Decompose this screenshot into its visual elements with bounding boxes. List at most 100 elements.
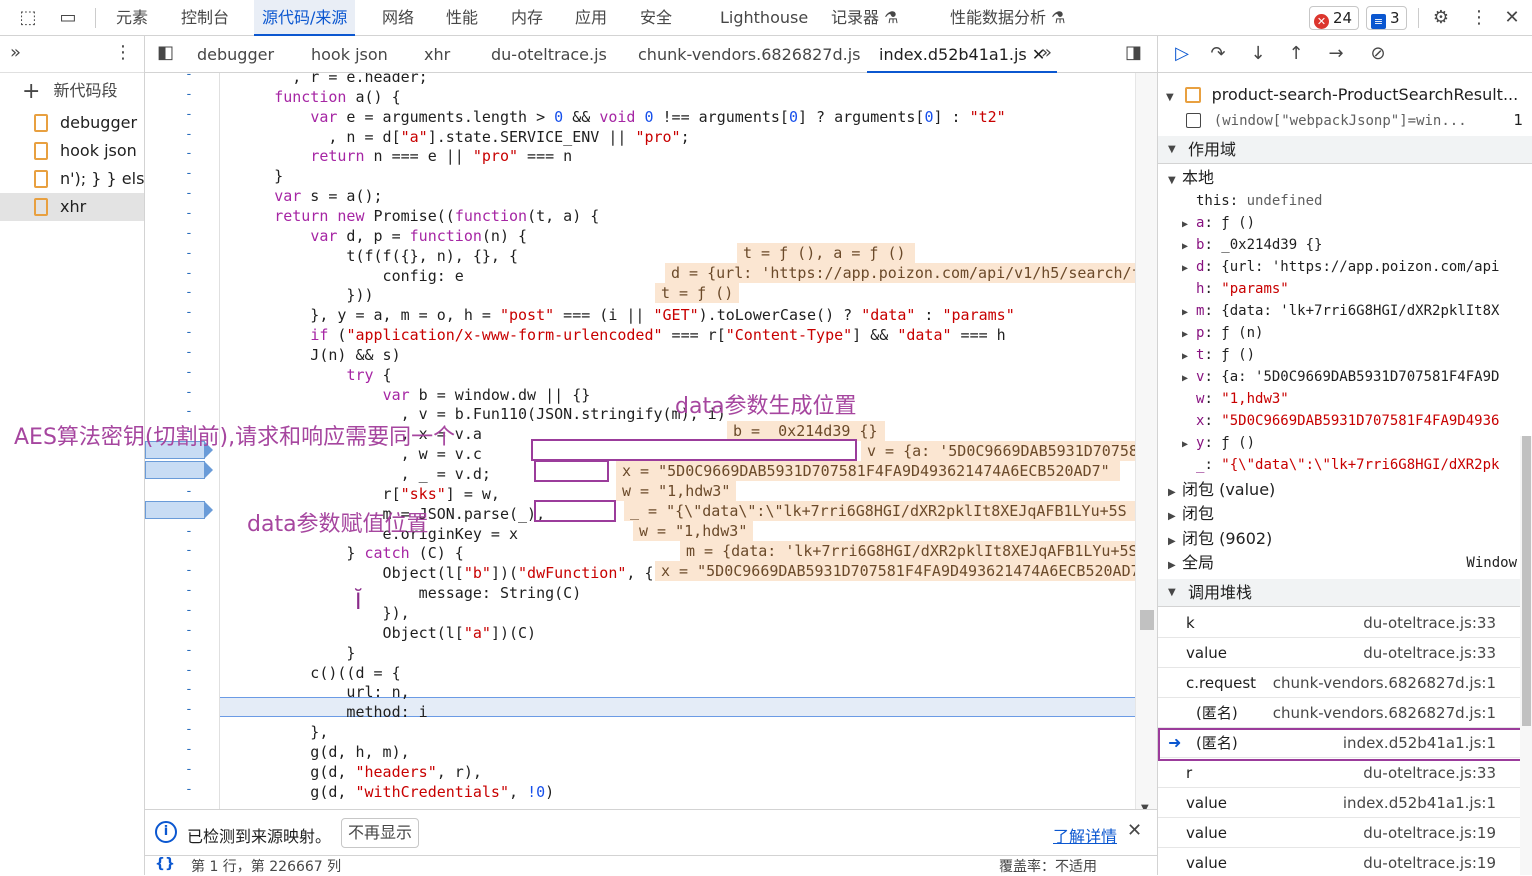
tab-performance-insights[interactable]: 性能数据分析 ⚗ — [950, 0, 1065, 36]
line-marker[interactable]: - — [185, 107, 205, 127]
line-marker[interactable]: - — [185, 266, 205, 286]
global-scope[interactable]: ▶ 全局 Window — [1158, 552, 1532, 574]
tab-lighthouse[interactable]: Lighthouse — [720, 0, 808, 36]
line-marker[interactable]: - — [185, 226, 205, 246]
snippet-item[interactable]: debugger — [0, 109, 144, 137]
line-marker[interactable]: - — [185, 127, 205, 147]
line-marker[interactable]: - — [185, 524, 205, 544]
call-stack-frame[interactable]: value du-oteltrace.js:33 — [1158, 638, 1520, 668]
scope-variable[interactable]: w: "1,hdw3" — [1158, 388, 1532, 410]
snippet-item[interactable]: n'); } } else i — [0, 165, 144, 193]
line-marker[interactable]: - — [185, 623, 205, 643]
gear-icon[interactable]: ⚙ — [1429, 6, 1453, 30]
scope-variable[interactable]: ▶ a: ƒ () — [1158, 212, 1532, 234]
breakpoint-checkbox[interactable] — [1186, 113, 1201, 128]
device-toolbar-icon[interactable]: ▭ — [56, 6, 80, 30]
breakpoint-item[interactable]: (window["webpackJsonp"]=win... 1 — [1158, 109, 1532, 131]
line-marker[interactable]: - — [185, 166, 205, 186]
dont-show-again-button[interactable]: 不再显示 — [341, 818, 420, 848]
frame-location[interactable]: chunk-vendors.6826827d.js:1 — [1273, 668, 1496, 698]
local-scope-header[interactable]: ▼ 本地 — [1158, 167, 1532, 189]
deactivate-breakpoints-icon[interactable]: ⊘ — [1366, 42, 1390, 66]
scope-variable[interactable]: h: "params" — [1158, 278, 1532, 300]
close-icon[interactable]: ✕ — [1500, 6, 1524, 30]
tab-sources[interactable]: 源代码/来源 — [254, 0, 356, 36]
pretty-print-icon[interactable]: {} — [155, 856, 175, 872]
frame-location[interactable]: du-oteltrace.js:33 — [1363, 638, 1496, 668]
toggle-navigator-icon[interactable]: ◧ — [157, 42, 174, 63]
line-marker[interactable]: - — [185, 643, 205, 663]
tab-recorder[interactable]: 记录器 ⚗ — [831, 0, 898, 36]
line-marker[interactable]: - — [185, 543, 205, 563]
scope-variable[interactable]: ▶ m: {data: 'lk+7rri6G8HGI/dXR2pklIt8X — [1158, 300, 1532, 322]
scope-variable[interactable]: ▶ y: ƒ () — [1158, 432, 1532, 454]
line-marker[interactable]: - — [185, 246, 205, 266]
toggle-debugger-icon[interactable]: ◨ — [1125, 42, 1142, 63]
line-marker[interactable]: - — [185, 87, 205, 107]
new-snippet-button[interactable]: + 新代码段 — [0, 73, 144, 109]
line-marker[interactable]: - — [185, 325, 205, 345]
scope-variable[interactable]: ▶ v: {a: '5D0C9669DAB5931D707581F4FA9D — [1158, 366, 1532, 388]
tab-performance[interactable]: 性能 — [446, 0, 478, 36]
line-marker[interactable]: - — [185, 186, 205, 206]
step-over-icon[interactable]: ↷ — [1206, 42, 1230, 66]
tab-security[interactable]: 安全 — [640, 0, 672, 36]
tab-memory[interactable]: 内存 — [511, 0, 543, 36]
scrollbar-thumb[interactable] — [1140, 610, 1154, 630]
inspect-element-icon[interactable]: ⬚ — [16, 6, 40, 30]
line-marker[interactable]: - — [185, 782, 205, 802]
more-tabs-icon[interactable]: » — [10, 42, 21, 63]
scope-variable[interactable]: ▶ d: {url: 'https://app.poizon.com/api — [1158, 256, 1532, 278]
line-marker[interactable]: - — [185, 305, 205, 325]
line-marker[interactable]: - — [185, 385, 205, 405]
snippet-item[interactable]: hook json — [0, 137, 144, 165]
frame-location[interactable]: du-oteltrace.js:33 — [1363, 758, 1496, 788]
call-stack-frame[interactable]: r du-oteltrace.js:33 — [1158, 758, 1520, 788]
message-count-badge[interactable]: ≡ 3 — [1366, 6, 1407, 30]
call-stack-frame[interactable]: value index.d52b41a1.js:1 — [1158, 788, 1520, 818]
more-options-icon[interactable]: ⋮ — [1467, 6, 1491, 30]
frame-location[interactable]: du-oteltrace.js:19 — [1363, 848, 1496, 875]
line-marker[interactable]: - — [185, 583, 205, 603]
call-stack-frame-group[interactable]: ▼ product-search-ProductSearchResult... — [1158, 84, 1532, 106]
frame-location[interactable]: chunk-vendors.6826827d.js:1 — [1273, 698, 1496, 728]
editor-tab[interactable]: hook json — [311, 36, 388, 73]
line-marker[interactable]: - — [185, 702, 205, 722]
line-marker[interactable]: - — [185, 73, 205, 87]
tab-elements[interactable]: 元素 — [116, 0, 148, 36]
line-marker[interactable]: - — [185, 603, 205, 623]
line-marker[interactable]: - — [185, 206, 205, 226]
line-marker[interactable]: - — [185, 722, 205, 742]
step-into-icon[interactable]: ↓ — [1246, 42, 1270, 66]
more-options-icon[interactable]: ⋮ — [114, 42, 132, 63]
breakpoint-marker[interactable] — [145, 501, 213, 519]
learn-more-link[interactable]: 了解详情 — [1053, 823, 1117, 847]
call-stack-frame[interactable]: (匿名) chunk-vendors.6826827d.js:1 — [1158, 698, 1520, 728]
closure-scope[interactable]: ▶ 闭包 — [1158, 503, 1532, 525]
call-stack-frame[interactable]: c.request chunk-vendors.6826827d.js:1 — [1158, 668, 1520, 698]
editor-tab[interactable]: chunk-vendors.6826827d.js — [638, 36, 861, 73]
frame-location[interactable]: du-oteltrace.js:33 — [1363, 608, 1496, 638]
closure-scope[interactable]: ▶ 闭包 (value) — [1158, 479, 1532, 501]
closure-scope[interactable]: ▶ 闭包 (9602) — [1158, 528, 1532, 550]
editor-tab[interactable]: du-oteltrace.js — [491, 36, 607, 73]
line-marker[interactable]: - — [185, 663, 205, 683]
vertical-scrollbar[interactable] — [1520, 436, 1532, 875]
breakpoint-marker[interactable] — [145, 461, 213, 479]
scrollbar-thumb[interactable] — [1522, 436, 1531, 726]
editor-tab[interactable]: xhr — [424, 36, 450, 73]
call-stack-section-header[interactable]: 调用堆栈 — [1158, 579, 1532, 607]
step-icon[interactable]: → — [1324, 42, 1348, 66]
close-icon[interactable]: ✕ — [1127, 820, 1142, 841]
step-out-icon[interactable]: ↑ — [1284, 42, 1308, 66]
scope-section-header[interactable]: 作用域 — [1158, 136, 1532, 164]
editor-tab-active[interactable]: index.d52b41a1.js ✕ — [867, 36, 1058, 73]
call-stack-frame[interactable]: value du-oteltrace.js:19 — [1158, 818, 1520, 848]
tab-network[interactable]: 网络 — [382, 0, 414, 36]
scope-variable[interactable]: x: "5D0C9669DAB5931D707581F4FA9D4936 — [1158, 410, 1532, 432]
call-stack-frame[interactable]: value du-oteltrace.js:19 — [1158, 848, 1520, 875]
call-stack-frame[interactable]: k du-oteltrace.js:33 — [1158, 608, 1520, 638]
frame-location[interactable]: du-oteltrace.js:19 — [1363, 818, 1496, 848]
tab-console[interactable]: 控制台 — [181, 0, 229, 36]
line-marker[interactable]: - — [185, 682, 205, 702]
